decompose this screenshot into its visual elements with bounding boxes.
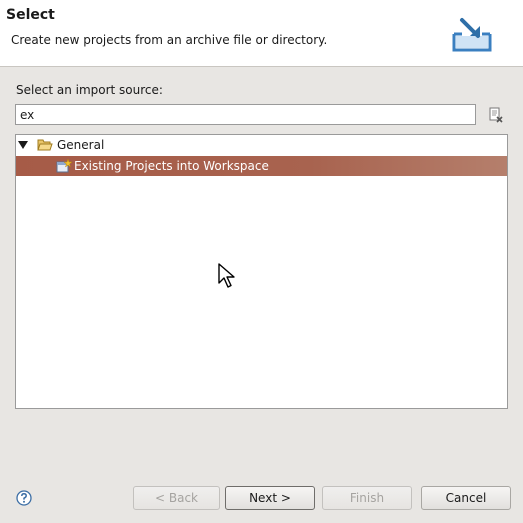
finish-button[interactable]: Finish <box>322 486 412 510</box>
cancel-button[interactable]: Cancel <box>421 486 511 510</box>
tree-item-label: Existing Projects into Workspace <box>74 159 269 173</box>
tree-item-general[interactable]: General <box>16 135 507 155</box>
back-button[interactable]: < Back <box>133 486 220 510</box>
import-wizard-icon <box>452 18 492 52</box>
tree-item-label: General <box>57 138 105 152</box>
mouse-cursor-icon <box>218 263 235 288</box>
expanded-triangle-icon[interactable] <box>17 140 29 150</box>
help-icon[interactable] <box>16 490 32 506</box>
page-title: Select <box>6 7 55 23</box>
import-source-tree[interactable]: General Existing Projects into Workspace <box>15 134 508 409</box>
next-button[interactable]: Next > <box>225 486 315 510</box>
clear-filter-icon[interactable] <box>487 106 505 124</box>
project-import-icon <box>56 158 72 173</box>
import-source-label: Select an import source: <box>16 83 163 97</box>
folder-open-icon <box>37 139 53 151</box>
import-source-filter-input[interactable] <box>15 104 476 125</box>
page-description: Create new projects from an archive file… <box>11 33 328 47</box>
wizard-header: Select Create new projects from an archi… <box>0 0 523 67</box>
tree-item-existing-projects[interactable]: Existing Projects into Workspace <box>16 156 507 176</box>
